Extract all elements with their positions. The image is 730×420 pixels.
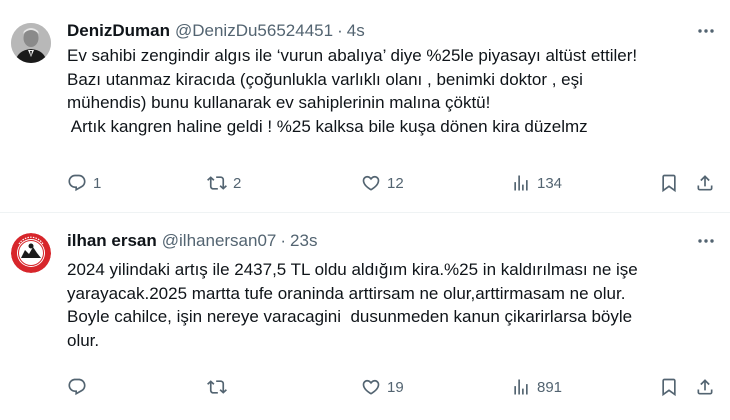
tweet[interactable]: DenizDuman @DenizDu56524451 · 4s Ev sahi… bbox=[0, 0, 730, 213]
heart-icon bbox=[362, 175, 380, 191]
views-chart-icon bbox=[514, 379, 528, 395]
reply-icon bbox=[68, 378, 86, 396]
tweet-text-line: Bazı utanmaz kiracıda (çoğunlukla varlık… bbox=[67, 69, 583, 89]
tweet[interactable]: ilhan ersan @ilhanersan07 · 23s 2024 yil… bbox=[0, 213, 730, 420]
timestamp[interactable]: 23s bbox=[290, 231, 317, 251]
separator-dot: · bbox=[280, 231, 287, 250]
tweet-text-line: 2024 yilindaki artış ile 2437,5 TL oldu … bbox=[67, 260, 638, 279]
bookmark-icon bbox=[662, 378, 676, 397]
avatar[interactable] bbox=[11, 233, 51, 273]
tweet-header: DenizDuman @DenizDu56524451 · 4s bbox=[67, 20, 365, 42]
tweet-text-line: mühendis) bunu kullanarak ev sahiplerini… bbox=[67, 93, 491, 112]
heart-icon bbox=[362, 379, 380, 395]
repost-button[interactable]: 2 bbox=[207, 171, 241, 195]
more-icon bbox=[698, 239, 714, 243]
user-handle[interactable]: @ilhanersan07 bbox=[162, 231, 277, 251]
avatar[interactable] bbox=[11, 23, 51, 63]
more-options-button[interactable] bbox=[696, 231, 716, 251]
tweet-text: 2024 yilindaki artış ile 2437,5 TL oldu … bbox=[67, 258, 727, 352]
views-button[interactable]: 891 bbox=[511, 375, 562, 399]
share-icon bbox=[697, 175, 713, 191]
action-bar: 19 891 bbox=[67, 375, 722, 399]
more-icon bbox=[698, 29, 714, 33]
like-count: 12 bbox=[387, 174, 404, 192]
tweet-text-line: Ev sahibi zengindir algıs ile ‘vurun aba… bbox=[67, 46, 638, 65]
tweet-text-line: Boyle cahilce, işin nereye varacagini du… bbox=[67, 307, 633, 326]
bookmark-button[interactable] bbox=[659, 171, 679, 195]
separator-dot: · bbox=[337, 21, 343, 40]
share-button[interactable] bbox=[695, 171, 715, 195]
share-icon bbox=[697, 379, 713, 395]
user-handle[interactable]: @DenizDu56524451 bbox=[175, 21, 333, 41]
portrait-avatar-icon bbox=[11, 23, 51, 63]
repost-icon bbox=[207, 380, 227, 394]
tweet-header: ilhan ersan @ilhanersan07 · 23s bbox=[67, 230, 317, 252]
views-count: 891 bbox=[537, 378, 563, 396]
more-options-button[interactable] bbox=[696, 21, 716, 41]
reply-button[interactable] bbox=[67, 375, 93, 399]
tweet-text: Ev sahibi zengindir algıs ile ‘vurun aba… bbox=[67, 44, 727, 138]
views-chart-icon bbox=[514, 175, 528, 191]
repost-icon bbox=[207, 176, 227, 190]
tweet-text-line: Artık kangren haline geldi ! %25 kalksa … bbox=[67, 116, 588, 136]
display-name[interactable]: DenizDuman bbox=[67, 21, 170, 41]
reply-icon bbox=[68, 174, 86, 192]
reply-button[interactable]: 1 bbox=[67, 171, 101, 195]
repost-count: 2 bbox=[233, 174, 242, 192]
action-bar: 1 2 12 134 bbox=[67, 171, 722, 195]
like-count: 19 bbox=[387, 378, 404, 396]
tweet-text-line: olur. bbox=[67, 330, 100, 350]
views-button[interactable]: 134 bbox=[511, 171, 562, 195]
repost-button[interactable] bbox=[207, 375, 233, 399]
bookmark-icon bbox=[662, 174, 676, 193]
red-emblem-avatar-icon bbox=[11, 233, 51, 273]
reply-count: 1 bbox=[93, 174, 102, 192]
share-button[interactable] bbox=[695, 375, 715, 399]
like-button[interactable]: 12 bbox=[361, 171, 404, 195]
tweet-text-line: yarayacak.2025 martta tufe oraninda artt… bbox=[67, 283, 626, 303]
views-count: 134 bbox=[537, 174, 563, 192]
bookmark-button[interactable] bbox=[659, 375, 679, 399]
timestamp[interactable]: 4s bbox=[347, 21, 365, 41]
display-name[interactable]: ilhan ersan bbox=[67, 231, 157, 251]
like-button[interactable]: 19 bbox=[361, 375, 404, 399]
